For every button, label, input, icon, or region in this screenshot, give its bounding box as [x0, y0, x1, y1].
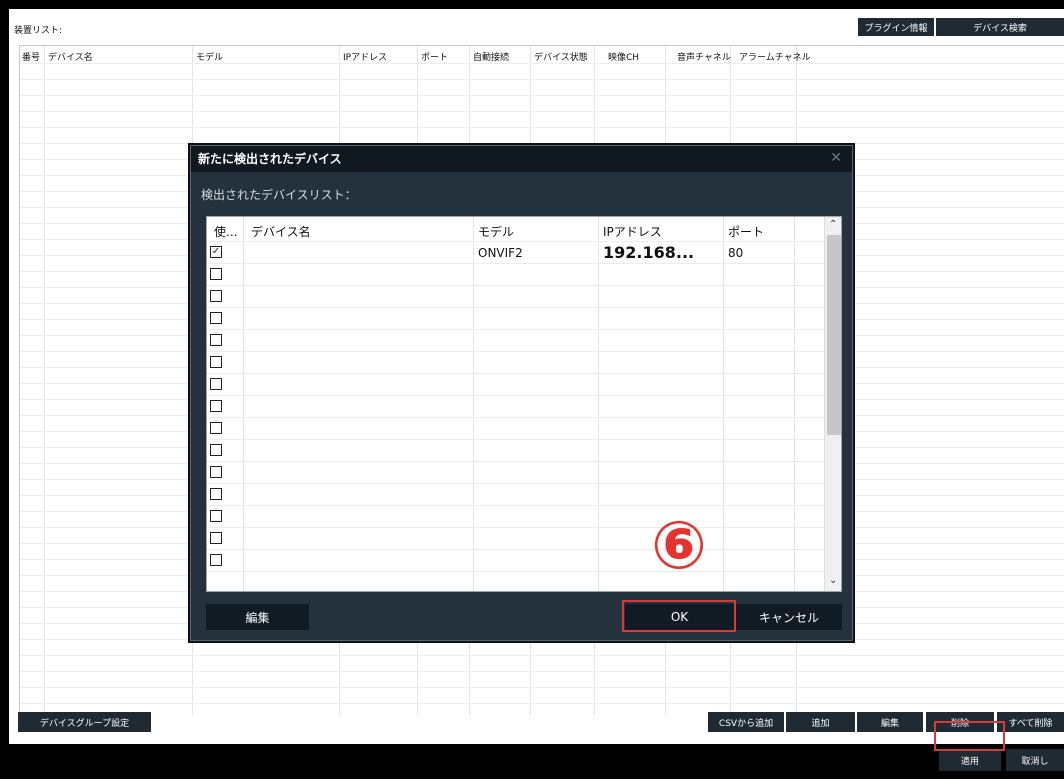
column-header-device-status[interactable]: デバイス状態	[534, 50, 588, 63]
row-checkbox[interactable]	[210, 422, 222, 434]
scroll-thumb[interactable]	[827, 235, 841, 435]
list-scrollbar[interactable]: ⌃ ⌄	[824, 217, 841, 591]
scroll-up-icon[interactable]: ⌃	[829, 219, 837, 230]
footer-bar: 適用 取消し	[0, 744, 1064, 779]
column-header-video-ch[interactable]: 映像CH	[608, 50, 639, 63]
edit-button[interactable]: 編集	[857, 712, 923, 732]
app-window: 装置リスト: プラグイン情報 デバイス検索 番号 デバイス名 モデル IPアドレ…	[0, 0, 1064, 779]
column-header-model[interactable]: モデル	[196, 50, 223, 63]
row-checkbox[interactable]	[210, 334, 222, 346]
row-checkbox[interactable]	[210, 312, 222, 324]
list-header-model[interactable]: モデル	[478, 223, 514, 240]
device-group-settings-button[interactable]: デバイスグループ設定	[18, 712, 151, 732]
list-header-ip[interactable]: IPアドレス	[603, 223, 662, 240]
row-checkbox[interactable]	[210, 378, 222, 390]
column-header-auto-connect[interactable]: 自動接続	[473, 50, 509, 63]
column-header-ip[interactable]: IPアドレス	[343, 50, 387, 63]
step-marker: ⑥	[651, 507, 707, 584]
column-header-alarm-channel[interactable]: アラームチャネル	[739, 50, 811, 63]
row-checkbox[interactable]: ✓	[210, 246, 222, 258]
row-checkbox[interactable]	[210, 510, 222, 522]
list-cell-port: 80	[728, 246, 744, 260]
row-checkbox[interactable]	[210, 444, 222, 456]
add-button[interactable]: 追加	[786, 712, 855, 732]
ok-highlight-box	[622, 600, 736, 632]
row-checkbox[interactable]	[210, 466, 222, 478]
close-icon[interactable]: ✕	[830, 150, 842, 166]
column-header-audio-channel[interactable]: 音声チャネル	[677, 50, 731, 63]
new-devices-dialog: 新たに検出されたデバイス ✕ 検出されたデバイスリスト： 使... デバイス名 …	[190, 145, 853, 641]
row-checkbox[interactable]	[210, 532, 222, 544]
list-cell-model: ONVIF2	[478, 246, 523, 260]
dialog-title-bar: 新たに検出されたデバイス	[191, 146, 852, 172]
row-checkbox[interactable]	[210, 554, 222, 566]
detected-device-list-label: 検出されたデバイスリスト：	[201, 188, 357, 202]
device-list-title: 装置リスト:	[14, 26, 63, 36]
detected-device-list: 使... デバイス名 モデル IPアドレス ポート ✓ ONVIF2 192.168…	[206, 216, 842, 592]
cancel-changes-button[interactable]: 取消し	[1006, 749, 1064, 771]
add-from-csv-button[interactable]: CSVから追加	[708, 712, 784, 732]
column-header-number[interactable]: 番号	[22, 50, 40, 63]
apply-button[interactable]: 適用	[939, 749, 1001, 771]
dialog-cancel-button[interactable]: キャンセル	[736, 604, 842, 630]
device-search-button[interactable]: デバイス検索	[936, 18, 1064, 36]
list-cell-ip: 192.168...	[603, 243, 695, 262]
delete-all-button[interactable]: すべて削除	[997, 712, 1064, 732]
row-checkbox[interactable]	[210, 356, 222, 368]
scroll-down-icon[interactable]: ⌄	[829, 575, 837, 586]
list-header-device-name[interactable]: デバイス名	[251, 223, 311, 240]
row-checkbox[interactable]	[210, 268, 222, 280]
dialog-edit-button[interactable]: 編集	[206, 604, 309, 630]
list-header-use[interactable]: 使...	[214, 223, 237, 240]
row-checkbox[interactable]	[210, 488, 222, 500]
row-checkbox[interactable]	[210, 290, 222, 302]
list-header-port[interactable]: ポート	[728, 223, 764, 240]
column-header-device-name[interactable]: デバイス名	[48, 50, 93, 63]
dialog-title: 新たに検出されたデバイス	[198, 152, 342, 166]
column-header-port[interactable]: ポート	[421, 50, 448, 63]
apply-highlight-box	[934, 721, 1005, 751]
row-checkbox[interactable]	[210, 400, 222, 412]
plugin-info-button[interactable]: プラグイン情報	[858, 18, 934, 36]
